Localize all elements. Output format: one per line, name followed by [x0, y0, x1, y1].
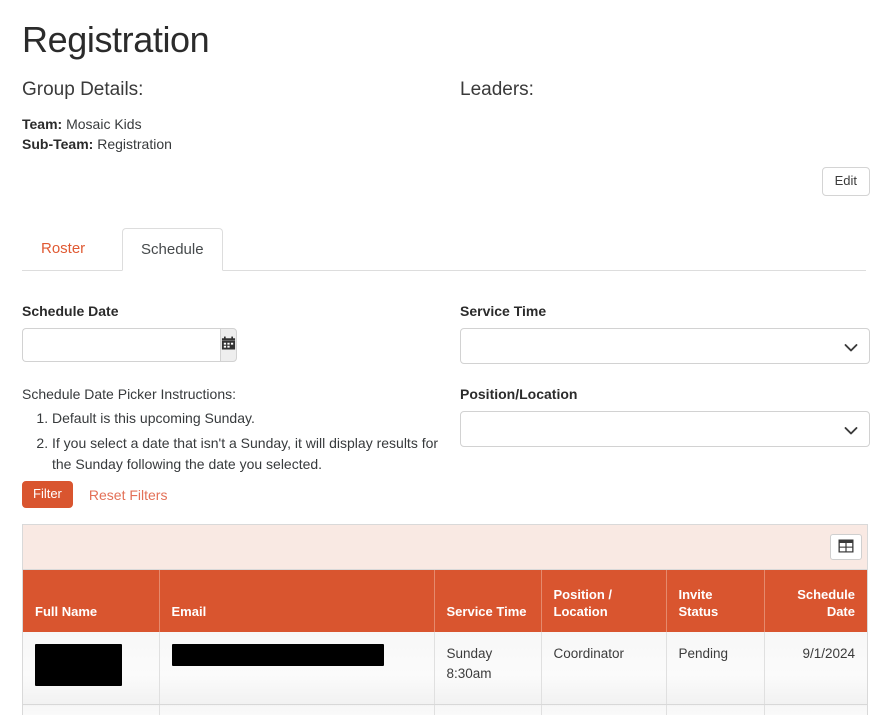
cell-position-location: [541, 704, 667, 715]
registration-page: Registration Group Details: Team: Mosaic…: [0, 0, 888, 715]
cell-email: [159, 632, 435, 705]
table-toolbar: [23, 525, 867, 570]
subteam-line: Sub-Team: Registration: [22, 134, 442, 154]
calendar-picker-button[interactable]: [220, 328, 237, 362]
redacted-email: [171, 644, 384, 666]
position-location-label: Position/Location: [460, 386, 578, 402]
cell-full-name: [23, 632, 160, 705]
group-details-section: Group Details: Team: Mosaic Kids Sub-Tea…: [22, 78, 442, 154]
position-location-select[interactable]: [460, 411, 870, 447]
cell-full-name: [23, 704, 160, 715]
table-body: Sunday 8:30am Coordinator Pending 9/1/20…: [23, 632, 867, 715]
column-header-position-location[interactable]: Position / Location: [541, 570, 667, 632]
cell-schedule-date: 9/1/2024: [764, 632, 867, 705]
table-row[interactable]: Sunday 8:30am Coordinator Pending 9/1/20…: [23, 632, 867, 705]
position-location-control: [460, 411, 870, 447]
cell-invite-status: [666, 704, 765, 715]
tab-schedule[interactable]: Schedule: [122, 228, 223, 271]
cell-service-time: [434, 704, 542, 715]
field-spacer: [460, 364, 872, 384]
subteam-label: Sub-Team:: [22, 136, 94, 152]
column-header-service-time[interactable]: Service Time: [434, 570, 542, 632]
leaders-heading: Leaders:: [460, 79, 534, 100]
right-filter-group: Service Time Position/Location: [460, 301, 872, 447]
cell-service-time: Sunday 8:30am: [434, 632, 542, 705]
table-head: Full Name Email Service Time Position / …: [23, 570, 867, 632]
column-header-full-name[interactable]: Full Name: [23, 570, 160, 632]
date-picker-instructions: Schedule Date Picker Instructions: Defau…: [22, 384, 442, 475]
tab-roster[interactable]: Roster: [22, 227, 104, 270]
filter-actions: Filter Reset Filters: [22, 481, 167, 508]
instructions-list: Default is this upcoming Sunday. If you …: [22, 408, 442, 475]
column-header-schedule-date[interactable]: Schedule Date: [764, 570, 867, 632]
table-grid-icon: [838, 539, 854, 556]
table-grid-icon-button[interactable]: [830, 534, 862, 560]
team-label: Team:: [22, 116, 63, 132]
team-value: Mosaic Kids: [66, 116, 142, 132]
service-time-label: Service Time: [460, 303, 547, 319]
schedule-date-filter-group: Schedule Date Schedule Date Picker Instr…: [22, 301, 442, 475]
team-line: Team: Mosaic Kids: [22, 114, 442, 134]
schedule-date-control: [22, 328, 237, 362]
table-header-row: Full Name Email Service Time Position / …: [23, 570, 867, 632]
table-row[interactable]: [23, 704, 867, 715]
column-header-invite-status[interactable]: Invite Status: [666, 570, 765, 632]
group-details-heading: Group Details:: [22, 79, 144, 100]
instructions-intro: Schedule Date Picker Instructions:: [22, 386, 236, 402]
cell-position-location: Coordinator: [541, 632, 667, 705]
filter-button[interactable]: Filter: [22, 481, 73, 508]
calendar-icon: [221, 336, 236, 354]
instruction-item: Default is this upcoming Sunday.: [52, 408, 442, 429]
service-time-select[interactable]: [460, 328, 870, 364]
schedule-date-input[interactable]: [22, 328, 220, 362]
instruction-item: If you select a date that isn't a Sunday…: [52, 433, 442, 475]
cell-email: [159, 704, 435, 715]
cell-schedule-date: [764, 704, 867, 715]
page-title: Registration: [22, 19, 210, 60]
schedule-results-table: Full Name Email Service Time Position / …: [23, 570, 867, 715]
cell-invite-status: Pending: [666, 632, 765, 705]
leaders-section: Leaders:: [460, 78, 880, 114]
schedule-date-label: Schedule Date: [22, 303, 119, 319]
subteam-value: Registration: [97, 136, 172, 152]
reset-filters-link[interactable]: Reset Filters: [89, 486, 168, 504]
results-table-card: Full Name Email Service Time Position / …: [22, 524, 868, 715]
service-time-control: [460, 328, 870, 364]
edit-button[interactable]: Edit: [821, 167, 870, 196]
column-header-email[interactable]: Email: [159, 570, 435, 632]
tab-bar: Roster Schedule: [22, 227, 866, 271]
redacted-full-name: [35, 644, 122, 686]
